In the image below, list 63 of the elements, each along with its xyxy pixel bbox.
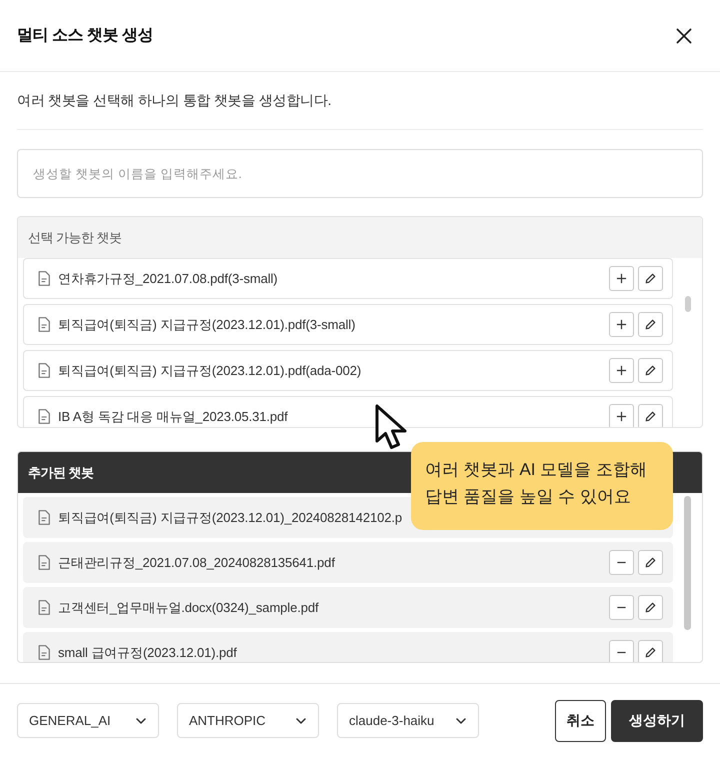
chatbot-row[interactable]: 고객센터_업무매뉴얼.docx(0324)_sample.pdf bbox=[23, 587, 673, 628]
model-select[interactable]: claude-3-haiku bbox=[337, 703, 479, 738]
tooltip: 여러 챗봇과 AI 모델을 조합해 답변 품질을 높일 수 있어요 bbox=[411, 442, 673, 530]
scrollbar-thumb[interactable] bbox=[684, 496, 691, 630]
pencil-icon bbox=[645, 319, 656, 330]
add-button[interactable] bbox=[609, 312, 634, 337]
chatbot-row[interactable]: 퇴직급여(퇴직금) 지급규정(2023.12.01).pdf(ada-002) bbox=[23, 350, 673, 391]
close-icon bbox=[676, 28, 692, 44]
chatbot-name: IB A형 독감 대응 매뉴얼_2023.05.31.pdf bbox=[58, 408, 289, 424]
create-button[interactable]: 생성하기 bbox=[611, 700, 703, 742]
plus-icon bbox=[616, 319, 627, 330]
chatbot-name: 퇴직급여(퇴직금) 지급규정(2023.12.01).pdf(ada-002) bbox=[58, 362, 362, 378]
close-button[interactable] bbox=[676, 28, 692, 44]
edit-button[interactable] bbox=[638, 266, 663, 291]
chevron-down-icon bbox=[456, 718, 466, 724]
edit-button[interactable] bbox=[638, 595, 663, 620]
chatbot-name: small 급여규정(2023.12.01).pdf bbox=[58, 644, 238, 660]
chatbot-name-field[interactable]: 생성할 챗봇의 이름을 입력해주세요. bbox=[17, 149, 703, 198]
plus-icon bbox=[616, 411, 627, 422]
chatbot-name: 퇴직급여(퇴직금) 지급규정(2023.12.01)_20240828142102.p bbox=[58, 510, 403, 526]
pencil-icon bbox=[645, 273, 656, 284]
add-button[interactable] bbox=[609, 266, 634, 291]
chatbot-name: 고객센터_업무매뉴얼.docx(0324)_sample.pdf bbox=[58, 600, 320, 616]
pencil-icon bbox=[645, 557, 656, 568]
document-icon bbox=[38, 645, 50, 660]
chatbot-row[interactable]: 근태관리규정_2021.07.08_20240828135641.pdf bbox=[23, 542, 673, 583]
chevron-down-icon bbox=[296, 718, 306, 724]
chatbot-name: 퇴직급여(퇴직금) 지급규정(2023.12.01).pdf(3-small) bbox=[58, 316, 356, 332]
plus-icon bbox=[616, 273, 627, 284]
pencil-icon bbox=[645, 411, 656, 422]
model-select[interactable]: ANTHROPIC bbox=[177, 703, 319, 738]
chatbot-name: 근태관리규정_2021.07.08_20240828135641.pdf bbox=[58, 554, 336, 570]
add-button[interactable] bbox=[609, 358, 634, 383]
document-icon bbox=[38, 600, 50, 615]
scrollbar-thumb[interactable] bbox=[684, 296, 690, 312]
edit-button[interactable] bbox=[638, 358, 663, 383]
panel-title: 추가된 챗봇 bbox=[28, 464, 94, 482]
document-icon bbox=[38, 271, 50, 286]
chatbot-row[interactable]: small 급여규정(2023.12.01).pdf bbox=[23, 632, 673, 662]
document-icon bbox=[38, 510, 50, 525]
dialog-title: 멀티 소스 챗봇 생성 bbox=[17, 26, 153, 46]
pencil-icon bbox=[645, 602, 656, 613]
model-select[interactable]: GENERAL_AI bbox=[17, 703, 159, 738]
document-icon bbox=[38, 555, 50, 570]
document-icon bbox=[38, 409, 50, 424]
chevron-down-icon bbox=[136, 718, 146, 724]
document-icon bbox=[38, 363, 50, 378]
chatbot-row[interactable]: 퇴직급여(퇴직금) 지급규정(2023.12.01).pdf(3-small) bbox=[23, 304, 673, 345]
document-icon bbox=[38, 317, 50, 332]
edit-button[interactable] bbox=[638, 550, 663, 575]
chatbot-name: 연차휴가규정_2021.07.08.pdf(3-small) bbox=[58, 270, 279, 286]
edit-button[interactable] bbox=[638, 404, 663, 427]
pencil-icon bbox=[645, 647, 656, 658]
dialog-description: 여러 챗봇을 선택해 하나의 통합 챗봇을 생성합니다. bbox=[17, 91, 332, 110]
chatbot-row[interactable]: IB A형 독감 대응 매뉴얼_2023.05.31.pdf bbox=[23, 396, 673, 427]
cancel-button[interactable]: 취소 bbox=[555, 700, 606, 742]
add-button[interactable] bbox=[609, 404, 634, 427]
edit-button[interactable] bbox=[638, 640, 663, 662]
pencil-icon bbox=[645, 365, 656, 376]
plus-icon bbox=[616, 365, 627, 376]
chatbot-row[interactable]: 연차휴가규정_2021.07.08.pdf(3-small) bbox=[23, 258, 673, 299]
panel-title: 선택 가능한 챗봇 bbox=[28, 228, 122, 246]
edit-button[interactable] bbox=[638, 312, 663, 337]
